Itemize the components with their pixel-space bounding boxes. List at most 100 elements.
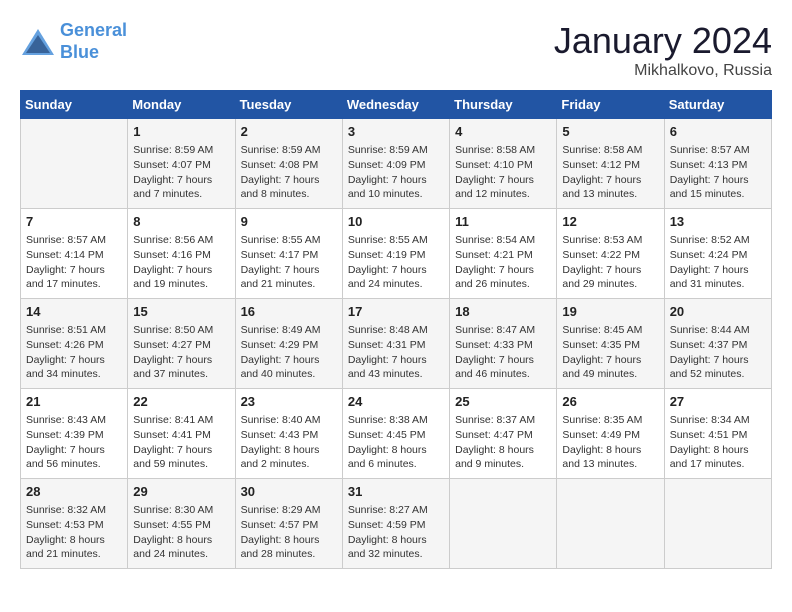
calendar-cell: 2Sunrise: 8:59 AM Sunset: 4:08 PM Daylig… [235, 119, 342, 209]
calendar-cell: 19 Sunrise: 8:45 AM Sunset: 4:35 PM Dayli… [557, 299, 664, 389]
cell-content: Sunrise: 8:38 AM Sunset: 4:45 PM Dayligh… [348, 413, 444, 472]
day-number: 9 [241, 213, 337, 231]
title-block: January 2024 Mikhalkovo, Russia [554, 20, 772, 80]
cell-content: Sunrise: 8:56 AM Sunset: 4:16 PM Dayligh… [133, 233, 229, 292]
day-number: 4 [455, 123, 551, 141]
calendar-cell [450, 479, 557, 569]
calendar-cell: 15Sunrise: 8:50 AM Sunset: 4:27 PM Dayli… [128, 299, 235, 389]
day-number: 16 [241, 303, 337, 321]
cell-content: Sunrise: 8:55 AM Sunset: 4:17 PM Dayligh… [241, 233, 337, 292]
calendar-cell: 26 Sunrise: 8:35 AM Sunset: 4:49 PM Dayli… [557, 389, 664, 479]
cell-content: Sunrise: 8:37 AM Sunset: 4:47 PM Dayligh… [455, 413, 551, 472]
cell-content: Sunrise: 8:59 AM Sunset: 4:08 PM Dayligh… [241, 143, 337, 202]
cell-content: Sunrise: 8:32 AM Sunset: 4:53 PM Dayligh… [26, 503, 122, 562]
calendar-cell: 31Sunrise: 8:27 AM Sunset: 4:59 PM Dayli… [342, 479, 449, 569]
cell-content: Sunrise: 8:50 AM Sunset: 4:27 PM Dayligh… [133, 323, 229, 382]
calendar-cell: 23 Sunrise: 8:40 AM Sunset: 4:43 PM Dayli… [235, 389, 342, 479]
calendar-cell: 7 Sunrise: 8:57 AM Sunset: 4:14 PM Daylig… [21, 209, 128, 299]
calendar-cell: 18 Sunrise: 8:47 AM Sunset: 4:33 PM Dayli… [450, 299, 557, 389]
cell-content: Sunrise: 8:48 AM Sunset: 4:31 PM Dayligh… [348, 323, 444, 382]
calendar-cell: 25 Sunrise: 8:37 AM Sunset: 4:47 PM Dayli… [450, 389, 557, 479]
day-number: 18 [455, 303, 551, 321]
calendar-cell: 8Sunrise: 8:56 AM Sunset: 4:16 PM Daylig… [128, 209, 235, 299]
cell-content: Sunrise: 8:29 AM Sunset: 4:57 PM Dayligh… [241, 503, 337, 562]
day-number: 23 [241, 393, 337, 411]
cell-content: Sunrise: 8:35 AM Sunset: 4:49 PM Dayligh… [562, 413, 658, 472]
calendar-cell: 28 Sunrise: 8:32 AM Sunset: 4:53 PM Dayli… [21, 479, 128, 569]
calendar-week-row: 21 Sunrise: 8:43 AM Sunset: 4:39 PM Dayli… [21, 389, 772, 479]
month-title: January 2024 [554, 20, 772, 62]
day-number: 21 [26, 393, 122, 411]
cell-content: Sunrise: 8:58 AM Sunset: 4:12 PM Dayligh… [562, 143, 658, 202]
weekday-header-cell: Sunday [21, 91, 128, 119]
day-number: 27 [670, 393, 766, 411]
day-number: 1 [133, 123, 229, 141]
calendar-cell: 30 Sunrise: 8:29 AM Sunset: 4:57 PM Dayli… [235, 479, 342, 569]
day-number: 12 [562, 213, 658, 231]
cell-content: Sunrise: 8:43 AM Sunset: 4:39 PM Dayligh… [26, 413, 122, 472]
cell-content: Sunrise: 8:44 AM Sunset: 4:37 PM Dayligh… [670, 323, 766, 382]
cell-content: Sunrise: 8:53 AM Sunset: 4:22 PM Dayligh… [562, 233, 658, 292]
calendar-header-row: SundayMondayTuesdayWednesdayThursdayFrid… [21, 91, 772, 119]
location: Mikhalkovo, Russia [554, 62, 772, 80]
cell-content: Sunrise: 8:58 AM Sunset: 4:10 PM Dayligh… [455, 143, 551, 202]
cell-content: Sunrise: 8:47 AM Sunset: 4:33 PM Dayligh… [455, 323, 551, 382]
calendar-week-row: 1 Sunrise: 8:59 AM Sunset: 4:07 PM Daylig… [21, 119, 772, 209]
day-number: 26 [562, 393, 658, 411]
day-number: 13 [670, 213, 766, 231]
logo-icon [20, 27, 56, 57]
weekday-header-cell: Saturday [664, 91, 771, 119]
cell-content: Sunrise: 8:45 AM Sunset: 4:35 PM Dayligh… [562, 323, 658, 382]
cell-content: Sunrise: 8:27 AM Sunset: 4:59 PM Dayligh… [348, 503, 444, 562]
calendar-cell: 21 Sunrise: 8:43 AM Sunset: 4:39 PM Dayli… [21, 389, 128, 479]
calendar-body: 1 Sunrise: 8:59 AM Sunset: 4:07 PM Daylig… [21, 119, 772, 569]
cell-content: Sunrise: 8:49 AM Sunset: 4:29 PM Dayligh… [241, 323, 337, 382]
calendar-cell: 14 Sunrise: 8:51 AM Sunset: 4:26 PM Dayli… [21, 299, 128, 389]
logo-text: General Blue [60, 20, 127, 63]
cell-content: Sunrise: 8:51 AM Sunset: 4:26 PM Dayligh… [26, 323, 122, 382]
cell-content: Sunrise: 8:57 AM Sunset: 4:13 PM Dayligh… [670, 143, 766, 202]
cell-content: Sunrise: 8:59 AM Sunset: 4:07 PM Dayligh… [133, 143, 229, 202]
calendar-week-row: 7 Sunrise: 8:57 AM Sunset: 4:14 PM Daylig… [21, 209, 772, 299]
day-number: 22 [133, 393, 229, 411]
day-number: 24 [348, 393, 444, 411]
weekday-header-cell: Tuesday [235, 91, 342, 119]
calendar-cell [21, 119, 128, 209]
calendar-cell: 13Sunrise: 8:52 AM Sunset: 4:24 PM Dayli… [664, 209, 771, 299]
day-number: 5 [562, 123, 658, 141]
weekday-header-cell: Thursday [450, 91, 557, 119]
day-number: 14 [26, 303, 122, 321]
cell-content: Sunrise: 8:59 AM Sunset: 4:09 PM Dayligh… [348, 143, 444, 202]
day-number: 19 [562, 303, 658, 321]
cell-content: Sunrise: 8:30 AM Sunset: 4:55 PM Dayligh… [133, 503, 229, 562]
cell-content: Sunrise: 8:40 AM Sunset: 4:43 PM Dayligh… [241, 413, 337, 472]
cell-content: Sunrise: 8:34 AM Sunset: 4:51 PM Dayligh… [670, 413, 766, 472]
cell-content: Sunrise: 8:57 AM Sunset: 4:14 PM Dayligh… [26, 233, 122, 292]
day-number: 25 [455, 393, 551, 411]
calendar-cell [557, 479, 664, 569]
logo: General Blue [20, 20, 127, 63]
calendar-cell: 20Sunrise: 8:44 AM Sunset: 4:37 PM Dayli… [664, 299, 771, 389]
day-number: 11 [455, 213, 551, 231]
cell-content: Sunrise: 8:41 AM Sunset: 4:41 PM Dayligh… [133, 413, 229, 472]
calendar-week-row: 28 Sunrise: 8:32 AM Sunset: 4:53 PM Dayli… [21, 479, 772, 569]
calendar-cell: 12 Sunrise: 8:53 AM Sunset: 4:22 PM Dayli… [557, 209, 664, 299]
day-number: 7 [26, 213, 122, 231]
day-number: 10 [348, 213, 444, 231]
calendar-cell: 11 Sunrise: 8:54 AM Sunset: 4:21 PM Dayli… [450, 209, 557, 299]
day-number: 30 [241, 483, 337, 501]
calendar-table: SundayMondayTuesdayWednesdayThursdayFrid… [20, 90, 772, 569]
calendar-cell: 4 Sunrise: 8:58 AM Sunset: 4:10 PM Daylig… [450, 119, 557, 209]
cell-content: Sunrise: 8:55 AM Sunset: 4:19 PM Dayligh… [348, 233, 444, 292]
weekday-header-cell: Friday [557, 91, 664, 119]
calendar-cell: 1 Sunrise: 8:59 AM Sunset: 4:07 PM Daylig… [128, 119, 235, 209]
calendar-cell: 9 Sunrise: 8:55 AM Sunset: 4:17 PM Daylig… [235, 209, 342, 299]
weekday-header-cell: Monday [128, 91, 235, 119]
calendar-cell [664, 479, 771, 569]
cell-content: Sunrise: 8:54 AM Sunset: 4:21 PM Dayligh… [455, 233, 551, 292]
day-number: 28 [26, 483, 122, 501]
day-number: 6 [670, 123, 766, 141]
calendar-cell: 24 Sunrise: 8:38 AM Sunset: 4:45 PM Dayli… [342, 389, 449, 479]
day-number: 29 [133, 483, 229, 501]
calendar-cell: 3Sunrise: 8:59 AM Sunset: 4:09 PM Daylig… [342, 119, 449, 209]
